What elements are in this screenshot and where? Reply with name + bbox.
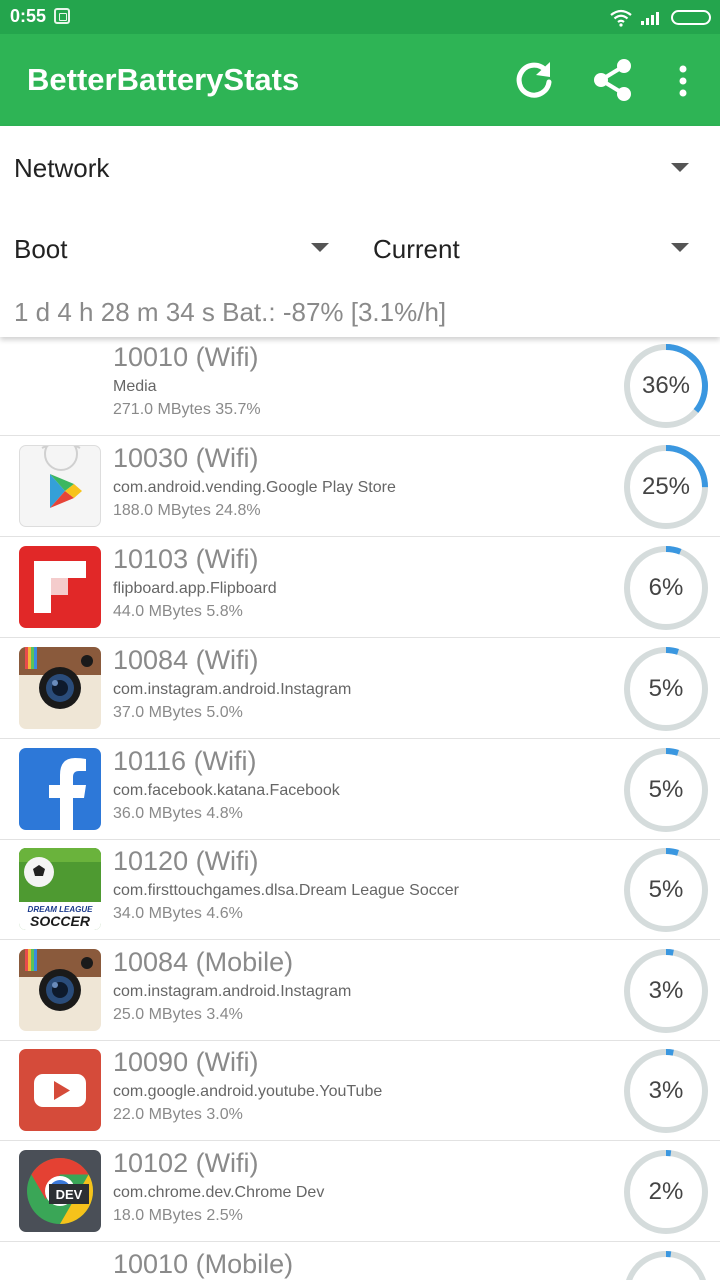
- item-usage: 44.0 MBytes 5.8%: [113, 603, 243, 620]
- percent-label: 36%: [641, 372, 691, 399]
- percent-label: 5%: [648, 675, 684, 702]
- refresh-icon[interactable]: [512, 58, 556, 102]
- item-usage: 22.0 MBytes 3.0%: [113, 1106, 243, 1123]
- app-bar: BetterBatteryStats: [0, 34, 720, 126]
- item-uid: 10116 (Wifi): [113, 746, 257, 776]
- item-package: flipboard.app.Flipboard: [113, 580, 277, 597]
- network-usage-list[interactable]: 10010 (Wifi) Media 271.0 MBytes 35.7% 36…: [0, 337, 720, 1280]
- percent-label: 5%: [648, 876, 684, 903]
- share-icon[interactable]: [590, 56, 636, 104]
- list-item[interactable]: 10116 (Wifi) com.facebook.katana.Faceboo…: [0, 740, 720, 840]
- item-usage: 34.0 MBytes 4.6%: [113, 905, 243, 922]
- list-item[interactable]: 10090 (Wifi) com.google.android.youtube.…: [0, 1041, 720, 1141]
- app-title: BetterBatteryStats: [27, 62, 300, 97]
- item-package: Media: [113, 378, 157, 395]
- item-package: com.chrome.dev.Chrome Dev: [113, 1184, 325, 1201]
- percent-label: 6%: [648, 574, 684, 601]
- item-uid: 10084 (Mobile): [113, 947, 294, 977]
- to-dropdown[interactable]: Current: [360, 210, 720, 290]
- list-item[interactable]: 10103 (Wifi) flipboard.app.Flipboard 44.…: [0, 538, 720, 638]
- item-uid: 10030 (Wifi): [113, 443, 259, 473]
- item-usage: 188.0 MBytes 24.8%: [113, 502, 261, 519]
- play-store-icon: [19, 445, 101, 527]
- battery-summary: 1 d 4 h 28 m 34 s Bat.: -87% [3.1%/h]: [14, 297, 447, 327]
- battery-icon: [671, 10, 711, 25]
- list-item[interactable]: DREAM LEAGUE SOCCER 10120 (Wifi) com.fir…: [0, 840, 720, 940]
- category-dropdown[interactable]: Network: [0, 126, 720, 210]
- status-bar: 0:55: [0, 0, 720, 34]
- chrome-dev-icon-text: DEV: [56, 1187, 83, 1202]
- category-dropdown-label: Network: [14, 153, 110, 183]
- from-dropdown[interactable]: Boot: [0, 210, 350, 290]
- item-usage: 18.0 MBytes 2.5%: [113, 1207, 243, 1224]
- item-usage: 36.0 MBytes 4.8%: [113, 805, 243, 822]
- signal-icon: [641, 12, 659, 25]
- item-uid: 10010 (Wifi): [113, 342, 259, 372]
- percent-label: 2%: [648, 1178, 684, 1205]
- list-item[interactable]: 10010 (Mobile): [0, 1243, 720, 1280]
- item-uid: 10010 (Mobile): [113, 1249, 294, 1279]
- list-item[interactable]: 10030 (Wifi) com.android.vending.Google …: [0, 437, 720, 537]
- item-usage: 25.0 MBytes 3.4%: [113, 1006, 243, 1023]
- item-usage: 37.0 MBytes 5.0%: [113, 704, 243, 721]
- youtube-icon: [19, 1049, 101, 1131]
- item-uid: 10120 (Wifi): [113, 846, 259, 876]
- chrome-dev-icon: DEV: [19, 1150, 101, 1232]
- flipboard-icon: [19, 546, 101, 628]
- list-item[interactable]: 10084 (Mobile) com.instagram.android.Ins…: [0, 941, 720, 1041]
- item-package: com.facebook.katana.Facebook: [113, 782, 340, 799]
- list-item[interactable]: DEV 10102 (Wifi) com.chrome.dev.Chrome D…: [0, 1142, 720, 1242]
- chevron-down-icon: [671, 163, 689, 172]
- item-package: com.firsttouchgames.dlsa.Dream League So…: [113, 882, 459, 899]
- item-package: com.instagram.android.Instagram: [113, 681, 352, 698]
- item-uid: 10103 (Wifi): [113, 544, 259, 574]
- item-package: com.google.android.youtube.YouTube: [113, 1083, 383, 1100]
- dream-league-soccer-icon: DREAM LEAGUE SOCCER: [19, 848, 101, 930]
- item-package: com.instagram.android.Instagram: [113, 983, 352, 1000]
- percent-label: 5%: [648, 776, 684, 803]
- notification-icon: [54, 8, 70, 24]
- item-package: com.android.vending.Google Play Store: [113, 479, 396, 496]
- item-usage: 271.0 MBytes 35.7%: [113, 401, 261, 418]
- item-uid: 10102 (Wifi): [113, 1148, 259, 1178]
- to-dropdown-label: Current: [373, 234, 460, 264]
- item-uid: 10090 (Wifi): [113, 1047, 259, 1077]
- facebook-icon: [19, 748, 101, 830]
- from-dropdown-label: Boot: [14, 234, 68, 264]
- list-item[interactable]: 10010 (Wifi) Media 271.0 MBytes 35.7% 36…: [0, 337, 720, 436]
- instagram-icon: [19, 647, 101, 729]
- percent-label: 3%: [648, 977, 684, 1004]
- percent-label: 3%: [648, 1077, 684, 1104]
- item-uid: 10084 (Wifi): [113, 645, 259, 675]
- chevron-down-icon: [671, 243, 689, 252]
- percent-gauge: [624, 1251, 708, 1280]
- overflow-menu-icon[interactable]: [672, 64, 694, 98]
- instagram-icon: [19, 949, 101, 1031]
- status-time: 0:55: [10, 6, 47, 26]
- filter-panel: Network Boot Current 1 d 4 h 28 m 34 s B…: [0, 126, 720, 337]
- dls-icon-text-bottom: SOCCER: [30, 913, 91, 929]
- percent-label: 25%: [641, 473, 691, 500]
- list-item[interactable]: 10084 (Wifi) com.instagram.android.Insta…: [0, 639, 720, 739]
- chevron-down-icon: [311, 243, 329, 252]
- wifi-icon: [610, 9, 632, 27]
